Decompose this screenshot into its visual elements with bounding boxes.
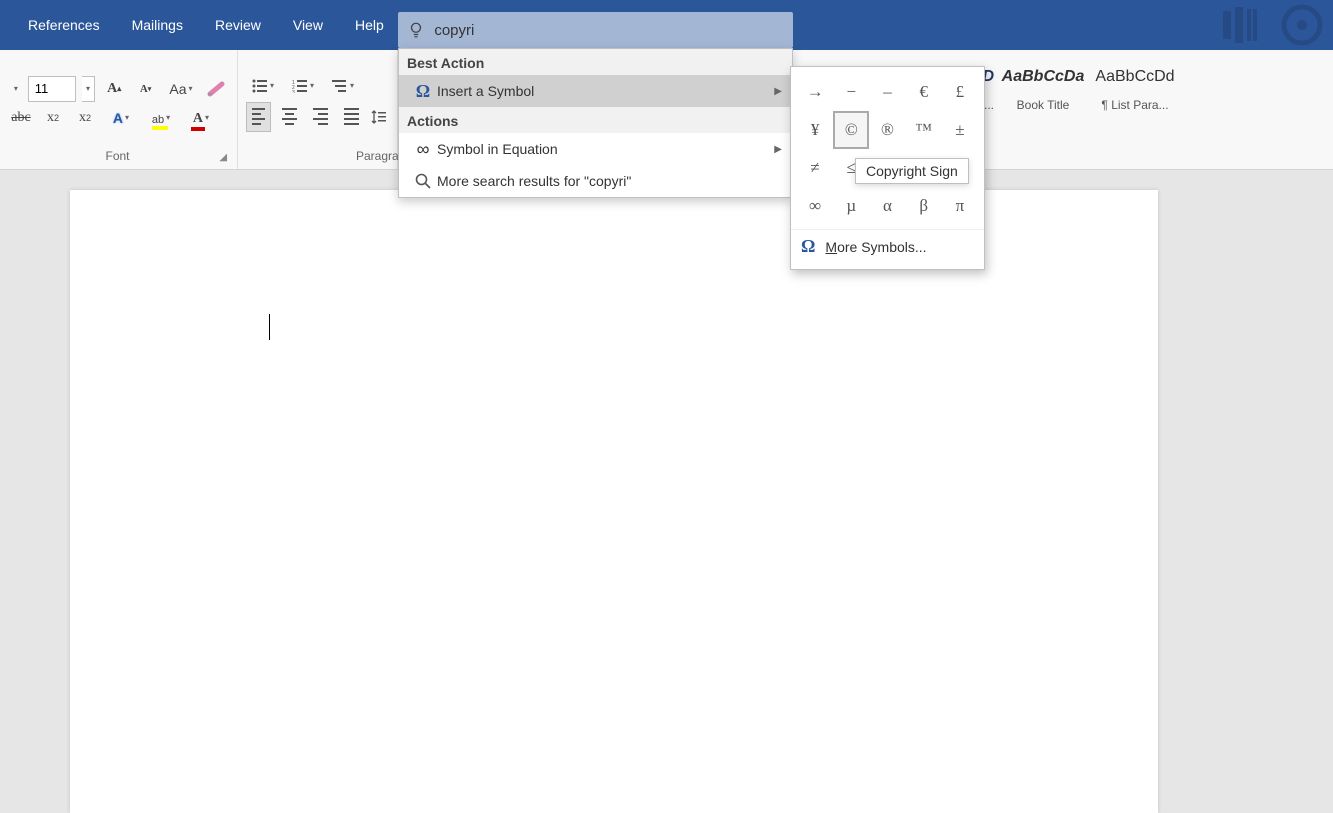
clear-formatting-button[interactable] xyxy=(204,77,229,101)
symbol-pi[interactable]: π xyxy=(942,187,978,225)
tell-me-dropdown: Best Action Ω Insert a Symbol ▶ Actions … xyxy=(398,48,793,198)
superscript-button[interactable]: x2 xyxy=(72,106,98,130)
font-color-button[interactable]: A▾ xyxy=(184,106,218,130)
search-icon xyxy=(409,173,437,189)
titlebar-decorations xyxy=(1221,0,1323,50)
tell-me-input[interactable] xyxy=(434,22,793,39)
font-size-input[interactable] xyxy=(28,76,76,102)
dropdown-section-best-action: Best Action xyxy=(399,49,792,75)
change-case-button[interactable]: Aa▾ xyxy=(164,77,197,101)
lightbulb-icon xyxy=(398,21,434,39)
align-left-button[interactable] xyxy=(246,102,271,132)
svg-text:3: 3 xyxy=(292,90,295,93)
grow-font-button[interactable]: A▴ xyxy=(101,77,126,101)
decoration-icon xyxy=(1221,7,1261,43)
symbol-pound[interactable]: £ xyxy=(942,73,978,111)
font-group-label: Font xyxy=(106,149,130,165)
dropdown-item-insert-symbol[interactable]: Ω Insert a Symbol ▶ xyxy=(399,75,792,107)
tab-help[interactable]: Help xyxy=(339,9,400,41)
dropdown-section-actions: Actions xyxy=(399,107,792,133)
more-symbols-button[interactable]: Ω More Symbols... xyxy=(791,229,984,263)
align-right-button[interactable] xyxy=(308,102,333,132)
infinity-icon: ∞ xyxy=(409,139,437,160)
symbol-not-equal[interactable]: ≠ xyxy=(797,149,833,187)
font-dialog-launcher[interactable]: ◢ xyxy=(130,152,230,163)
line-spacing-button[interactable] xyxy=(370,105,389,129)
align-justify-button[interactable] xyxy=(339,102,364,132)
highlight-button[interactable]: ab▾ xyxy=(144,106,178,130)
shrink-font-button[interactable]: A▾ xyxy=(133,77,158,101)
symbol-yen[interactable]: ¥ xyxy=(797,111,833,149)
titlebar: References Mailings Review View Help xyxy=(0,0,1333,50)
numbering-button[interactable]: 123▾ xyxy=(286,74,320,98)
symbol-beta[interactable]: β xyxy=(906,187,942,225)
dropdown-item-more-results[interactable]: More search results for "copyri" xyxy=(399,165,792,197)
styles-group: DD e... AaBbCcDa Book Title AaBbCcDd ¶ L… xyxy=(958,50,1186,169)
style-item-book-title[interactable]: AaBbCcDa Book Title xyxy=(1000,62,1086,112)
dropdown-item-label: Symbol in Equation xyxy=(437,141,558,157)
tab-review[interactable]: Review xyxy=(199,9,277,41)
document-area xyxy=(0,170,1333,813)
symbol-plus-minus[interactable]: ± xyxy=(942,111,978,149)
font-size-dropdown[interactable]: ▾ xyxy=(82,76,96,102)
symbol-euro[interactable]: € xyxy=(906,73,942,111)
dropdown-item-label: Insert a Symbol xyxy=(437,83,534,99)
symbol-alpha[interactable]: α xyxy=(869,187,905,225)
symbol-infinity[interactable]: ∞ xyxy=(797,187,833,225)
omega-icon: Ω xyxy=(801,236,815,257)
font-group: ▾ ▾ A▴ A▾ Aa▾ abc x2 x2 A▾ ab▾ A▾ xyxy=(0,50,238,169)
symbol-trademark[interactable]: ™ xyxy=(906,111,942,149)
symbol-minus[interactable]: − xyxy=(833,73,869,111)
dropdown-item-label: More search results for "copyri" xyxy=(437,173,631,189)
paragraph-group: ▾ 123▾ ▾ Paragraph xyxy=(238,50,398,169)
decoration-circle-icon xyxy=(1281,4,1323,46)
multilevel-list-button[interactable]: ▾ xyxy=(326,74,360,98)
symbol-right-arrow[interactable]: → xyxy=(797,73,833,111)
align-center-button[interactable] xyxy=(277,102,302,132)
symbol-registered[interactable]: ® xyxy=(869,111,905,149)
tell-me-search[interactable] xyxy=(398,12,793,48)
style-item-list-para[interactable]: AaBbCcDd ¶ List Para... xyxy=(1092,62,1178,112)
ribbon-tabs: References Mailings Review View Help xyxy=(12,9,400,41)
tab-references[interactable]: References xyxy=(12,9,116,41)
style-preview: AaBbCcDd xyxy=(1092,62,1178,92)
symbol-endash[interactable]: – xyxy=(869,73,905,111)
strikethrough-button[interactable]: abc xyxy=(8,106,34,130)
symbol-mu[interactable]: µ xyxy=(833,187,869,225)
tooltip-copyright-sign: Copyright Sign xyxy=(855,158,969,184)
dropdown-item-symbol-equation[interactable]: ∞ Symbol in Equation ▶ xyxy=(399,133,792,165)
paragraph-group-label: Paragraph xyxy=(246,149,389,165)
omega-icon: Ω xyxy=(409,81,437,102)
text-cursor xyxy=(269,314,270,340)
style-preview: AaBbCcDa xyxy=(1000,62,1086,92)
tab-mailings[interactable]: Mailings xyxy=(116,9,199,41)
style-name: ¶ List Para... xyxy=(1092,98,1178,112)
subscript-button[interactable]: x2 xyxy=(40,106,66,130)
more-symbols-label: More Symbols... xyxy=(825,239,926,255)
font-name-dropdown[interactable]: ▾ xyxy=(8,77,22,101)
symbol-copyright[interactable]: © xyxy=(833,111,869,149)
style-name: Book Title xyxy=(1000,98,1086,112)
document-page[interactable] xyxy=(70,190,1158,813)
submenu-arrow-icon: ▶ xyxy=(774,144,782,155)
text-effects-button[interactable]: A▾ xyxy=(104,106,138,130)
submenu-arrow-icon: ▶ xyxy=(774,86,782,97)
bullets-button[interactable]: ▾ xyxy=(246,74,280,98)
tab-view[interactable]: View xyxy=(277,9,339,41)
